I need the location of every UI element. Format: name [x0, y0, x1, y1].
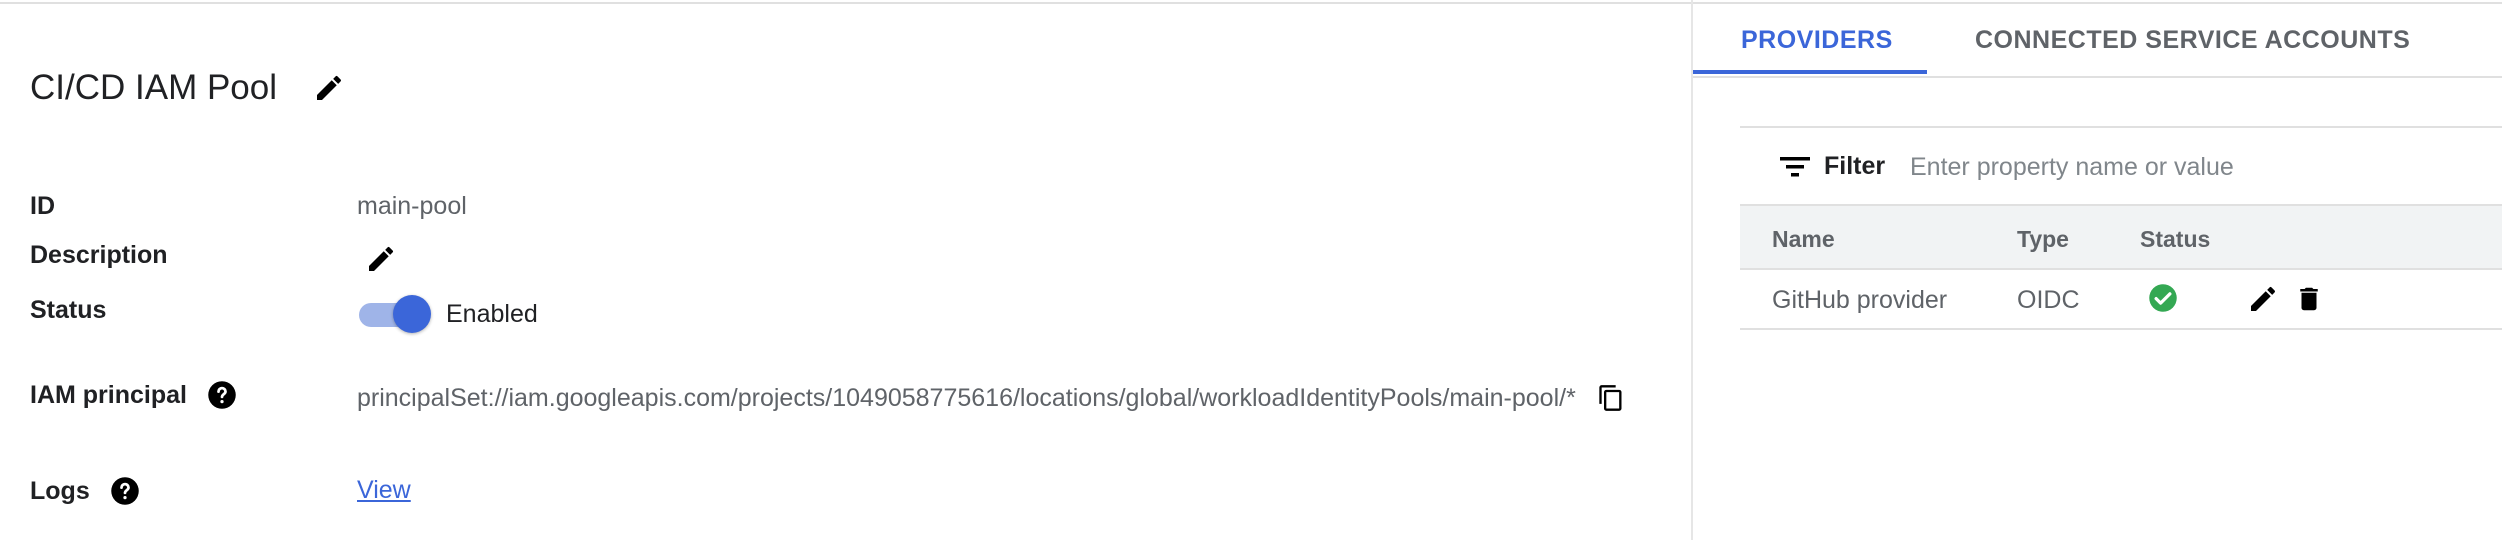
check-circle-icon-svg — [2149, 284, 2177, 312]
table-header: Name Type Status — [1740, 204, 2502, 270]
provider-type: OIDC — [2017, 286, 2080, 314]
providers-table: Name Type Status GitHub provider OIDC — [1740, 204, 2502, 330]
iam-pool-details-page: CI/CD IAM Pool ID main-pool Description … — [0, 0, 2502, 540]
help-circle-icon-svg — [208, 381, 236, 409]
description-label: Description — [30, 241, 168, 269]
iam-principal-label-row: IAM principal — [30, 380, 237, 410]
logs-label: Logs — [30, 476, 90, 505]
iam-principal-label: IAM principal — [30, 380, 187, 409]
active-tab-indicator — [1693, 70, 1927, 74]
iam-principal-value: principalSet://iam.googleapis.com/projec… — [357, 384, 1576, 412]
tab-connected-service-accounts[interactable]: CONNECTED SERVICE ACCOUNTS — [1975, 26, 2410, 55]
pencil-icon — [2251, 286, 2276, 311]
filter-lines-icon-svg — [1780, 157, 1810, 177]
copy-icon-svg — [1599, 385, 1622, 412]
tab-bar: PROVIDERS CONNECTED SERVICE ACCOUNTS — [1693, 0, 2502, 78]
trash-icon — [2300, 287, 2318, 311]
filter-lines-icon[interactable] — [1778, 154, 1812, 180]
toggle-knob — [393, 295, 431, 333]
edit-description-icon[interactable] — [364, 242, 398, 276]
status-toggle[interactable] — [357, 295, 431, 333]
id-label: ID — [30, 192, 55, 220]
help-circle-icon[interactable] — [207, 380, 237, 410]
table-row: GitHub provider OIDC — [1740, 270, 2502, 330]
title-row: CI/CD IAM Pool — [30, 68, 349, 108]
copy-icon[interactable] — [1597, 383, 1627, 415]
filter-label: Filter — [1824, 152, 1886, 180]
tab-providers[interactable]: PROVIDERS — [1741, 26, 1893, 55]
pencil-icon — [369, 246, 394, 271]
filter-bar: Filter — [1740, 126, 2502, 190]
status-label: Status — [30, 296, 107, 324]
iam-principal-value-block: principalSet://iam.googleapis.com/projec… — [357, 376, 1627, 420]
logs-view-link[interactable]: View — [357, 476, 411, 505]
column-header-name[interactable]: Name — [1772, 226, 1835, 253]
check-circle-icon — [2148, 283, 2178, 313]
status-value: Enabled — [446, 300, 538, 328]
column-header-status[interactable]: Status — [2140, 226, 2210, 253]
pencil-icon — [317, 75, 342, 100]
edit-title-icon[interactable] — [309, 68, 349, 108]
page-title: CI/CD IAM Pool — [30, 68, 277, 107]
help-circle-icon-svg — [110, 477, 139, 505]
provider-name[interactable]: GitHub provider — [1772, 286, 1947, 315]
logs-label-row: Logs — [30, 476, 140, 506]
column-header-type[interactable]: Type — [2017, 226, 2069, 253]
pane-divider — [1691, 0, 1693, 540]
edit-provider-icon[interactable] — [2246, 282, 2280, 316]
id-value: main-pool — [357, 192, 467, 220]
help-circle-icon[interactable] — [110, 476, 140, 506]
filter-input[interactable] — [1908, 146, 2472, 188]
delete-provider-icon[interactable] — [2294, 282, 2324, 316]
